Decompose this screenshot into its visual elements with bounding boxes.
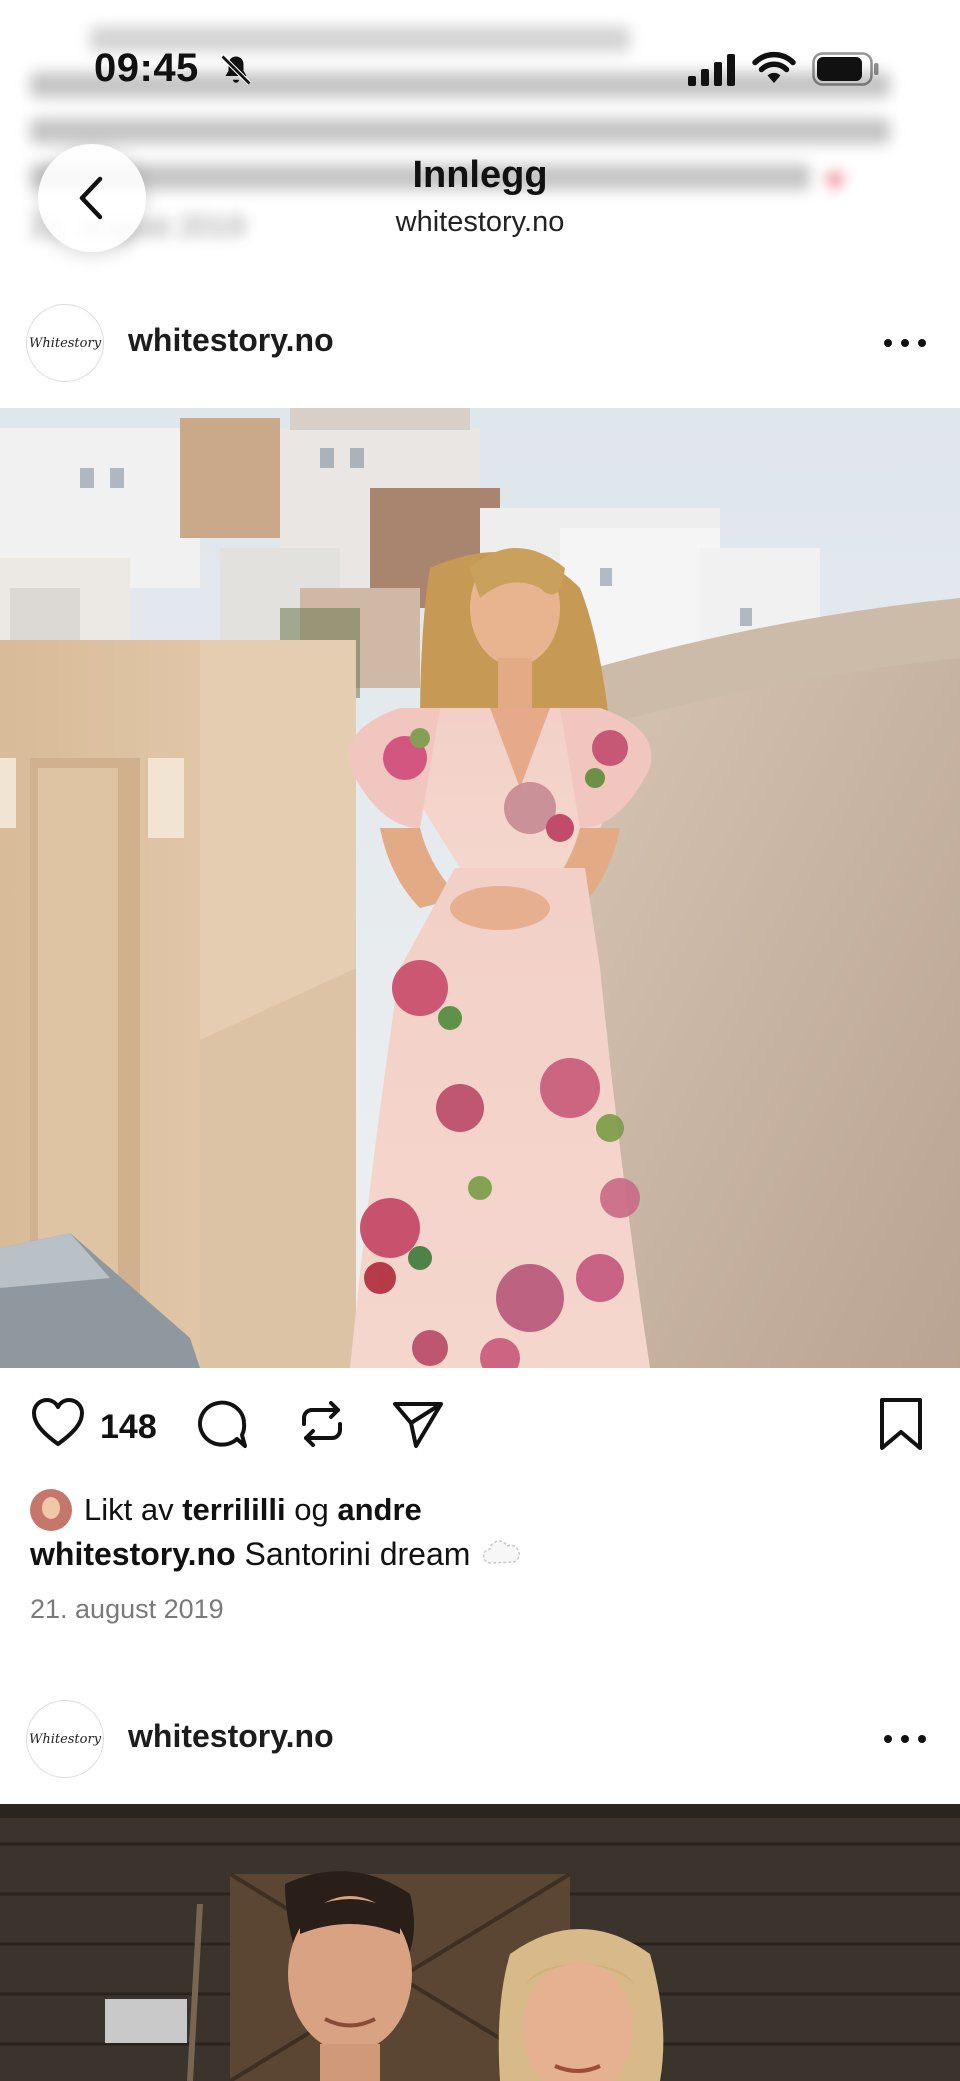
share-icon[interactable] bbox=[390, 1396, 446, 1452]
liked-by-joiner: og bbox=[294, 1492, 329, 1527]
post-username[interactable]: whitestory.no bbox=[128, 1718, 334, 1755]
battery-icon bbox=[812, 52, 879, 86]
post-image[interactable] bbox=[0, 408, 960, 1368]
liked-by-others[interactable]: andre bbox=[337, 1492, 421, 1528]
dot-icon bbox=[918, 339, 926, 347]
post-username[interactable]: whitestory.no bbox=[128, 322, 334, 359]
avatar-logo-text: Whitestory bbox=[28, 1731, 102, 1747]
liker-avatar bbox=[30, 1489, 72, 1531]
post-caption: whitestory.no Santorini dream bbox=[30, 1536, 521, 1573]
status-time: 09:45 bbox=[94, 46, 199, 90]
heart-icon[interactable] bbox=[30, 1396, 86, 1452]
dot-icon bbox=[884, 339, 892, 347]
dot-icon bbox=[884, 1735, 892, 1743]
more-options-button[interactable] bbox=[884, 1724, 926, 1754]
comment-icon[interactable] bbox=[194, 1396, 250, 1452]
like-count[interactable]: 148 bbox=[100, 1408, 157, 1447]
page-title: Innlegg bbox=[412, 154, 548, 196]
status-bar: 09:45 bbox=[0, 40, 960, 100]
bookmark-icon[interactable] bbox=[876, 1396, 926, 1452]
bell-off-icon bbox=[220, 54, 252, 86]
page-subtitle: whitestory.no bbox=[395, 206, 565, 238]
repost-icon[interactable] bbox=[294, 1396, 350, 1452]
dot-icon bbox=[918, 1735, 926, 1743]
caption-text: Santorini dream bbox=[244, 1536, 471, 1572]
avatar[interactable]: Whitestory bbox=[26, 304, 104, 382]
post-image[interactable] bbox=[0, 1804, 960, 2081]
post-date: 21. august 2019 bbox=[30, 1594, 224, 1624]
liked-by-user[interactable]: terrililli bbox=[182, 1492, 285, 1528]
post-header: Whitestory whitestory.no bbox=[0, 304, 960, 384]
dot-icon bbox=[901, 1735, 909, 1743]
action-bar: 148 bbox=[0, 1396, 960, 1466]
signal-icon bbox=[688, 54, 735, 86]
avatar[interactable]: Whitestory bbox=[26, 1700, 104, 1778]
wifi-icon bbox=[752, 51, 796, 83]
liked-by-prefix: Likt av bbox=[84, 1492, 174, 1527]
more-options-button[interactable] bbox=[884, 328, 926, 358]
avatar-logo-text: Whitestory bbox=[28, 335, 102, 351]
blurred-line bbox=[30, 112, 930, 158]
post-header: Whitestory whitestory.no bbox=[0, 1700, 960, 1780]
caption-username[interactable]: whitestory.no bbox=[30, 1536, 236, 1572]
cloud-icon bbox=[483, 1540, 521, 1564]
liked-by[interactable]: Likt av terrililli og andre bbox=[30, 1488, 422, 1532]
dot-icon bbox=[901, 339, 909, 347]
